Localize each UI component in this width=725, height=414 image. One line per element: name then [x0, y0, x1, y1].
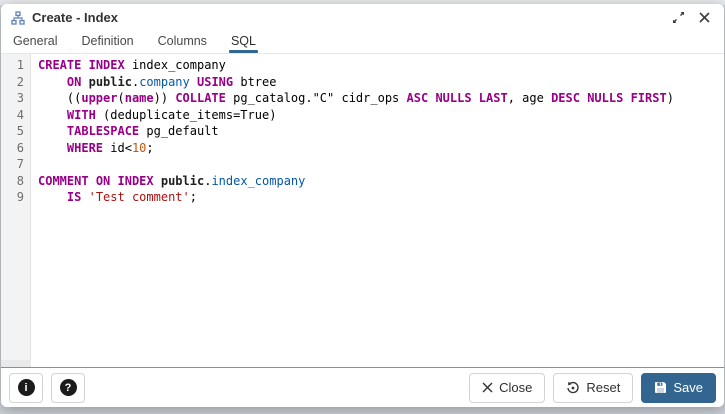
- line-number: 4: [16, 107, 24, 122]
- tab-bar: General Definition Columns SQL: [1, 31, 724, 54]
- code-line: WITH (deduplicate_items=True): [66, 107, 277, 122]
- save-button-label: Save: [673, 380, 703, 395]
- save-button[interactable]: Save: [641, 372, 716, 403]
- tab-columns[interactable]: Columns: [156, 31, 209, 53]
- line-number: 1: [16, 58, 24, 72]
- sql-editor[interactable]: 1 2 3 4 5 6 7 8 9 CREATE INDEX index_company ON …: [1, 54, 724, 368]
- line-number: 9: [16, 190, 24, 204]
- line-number: 7: [16, 157, 24, 171]
- code-line: COMMENT ON INDEX public.index_company: [38, 173, 306, 188]
- index-icon: [11, 10, 25, 25]
- scrollbar-filler: [1, 360, 31, 367]
- code-line: TABLESPACE pg_default: [66, 124, 219, 138]
- code-line: IS 'Test comment';: [66, 190, 197, 204]
- line-number: 5: [16, 124, 24, 138]
- sql-code[interactable]: CREATE INDEX index_company ON public.com…: [31, 54, 724, 367]
- close-button[interactable]: Close: [469, 372, 546, 403]
- reset-icon: [566, 381, 580, 395]
- line-number: 3: [16, 91, 24, 105]
- tab-sql[interactable]: SQL: [228, 31, 258, 53]
- code-line: ON public.company USING btree: [66, 74, 277, 89]
- dialog-footer: i ? Close Reset Save: [1, 368, 724, 407]
- tab-general[interactable]: General: [11, 31, 59, 53]
- sql-help-button[interactable]: i: [9, 372, 43, 403]
- close-button-label: Close: [499, 380, 533, 395]
- reset-button[interactable]: Reset: [553, 372, 634, 403]
- code-line: WHERE id<10;: [66, 140, 154, 155]
- line-number: 2: [16, 74, 24, 89]
- question-icon: ?: [59, 379, 77, 396]
- save-icon: [654, 381, 667, 394]
- info-icon: i: [17, 379, 35, 396]
- create-index-dialog: Create - Index General Definition Columns S…: [1, 4, 724, 407]
- reset-button-label: Reset: [586, 380, 621, 395]
- code-line: CREATE INDEX index_company: [38, 58, 226, 72]
- dialog-title: Create - Index: [32, 10, 118, 25]
- close-icon[interactable]: [694, 8, 714, 28]
- line-number-gutter: 1 2 3 4 5 6 7 8 9: [1, 54, 31, 367]
- code-line: ((upper(name)) COLLATE pg_catalog."C" ci…: [38, 91, 674, 105]
- close-x-icon: [482, 382, 493, 393]
- maximize-icon[interactable]: [668, 8, 688, 28]
- dialog-help-button[interactable]: ?: [51, 372, 85, 403]
- tab-definition[interactable]: Definition: [79, 31, 135, 53]
- dialog-header: Create - Index: [1, 4, 724, 31]
- line-number: 6: [16, 140, 24, 155]
- line-number: 8: [16, 173, 24, 188]
